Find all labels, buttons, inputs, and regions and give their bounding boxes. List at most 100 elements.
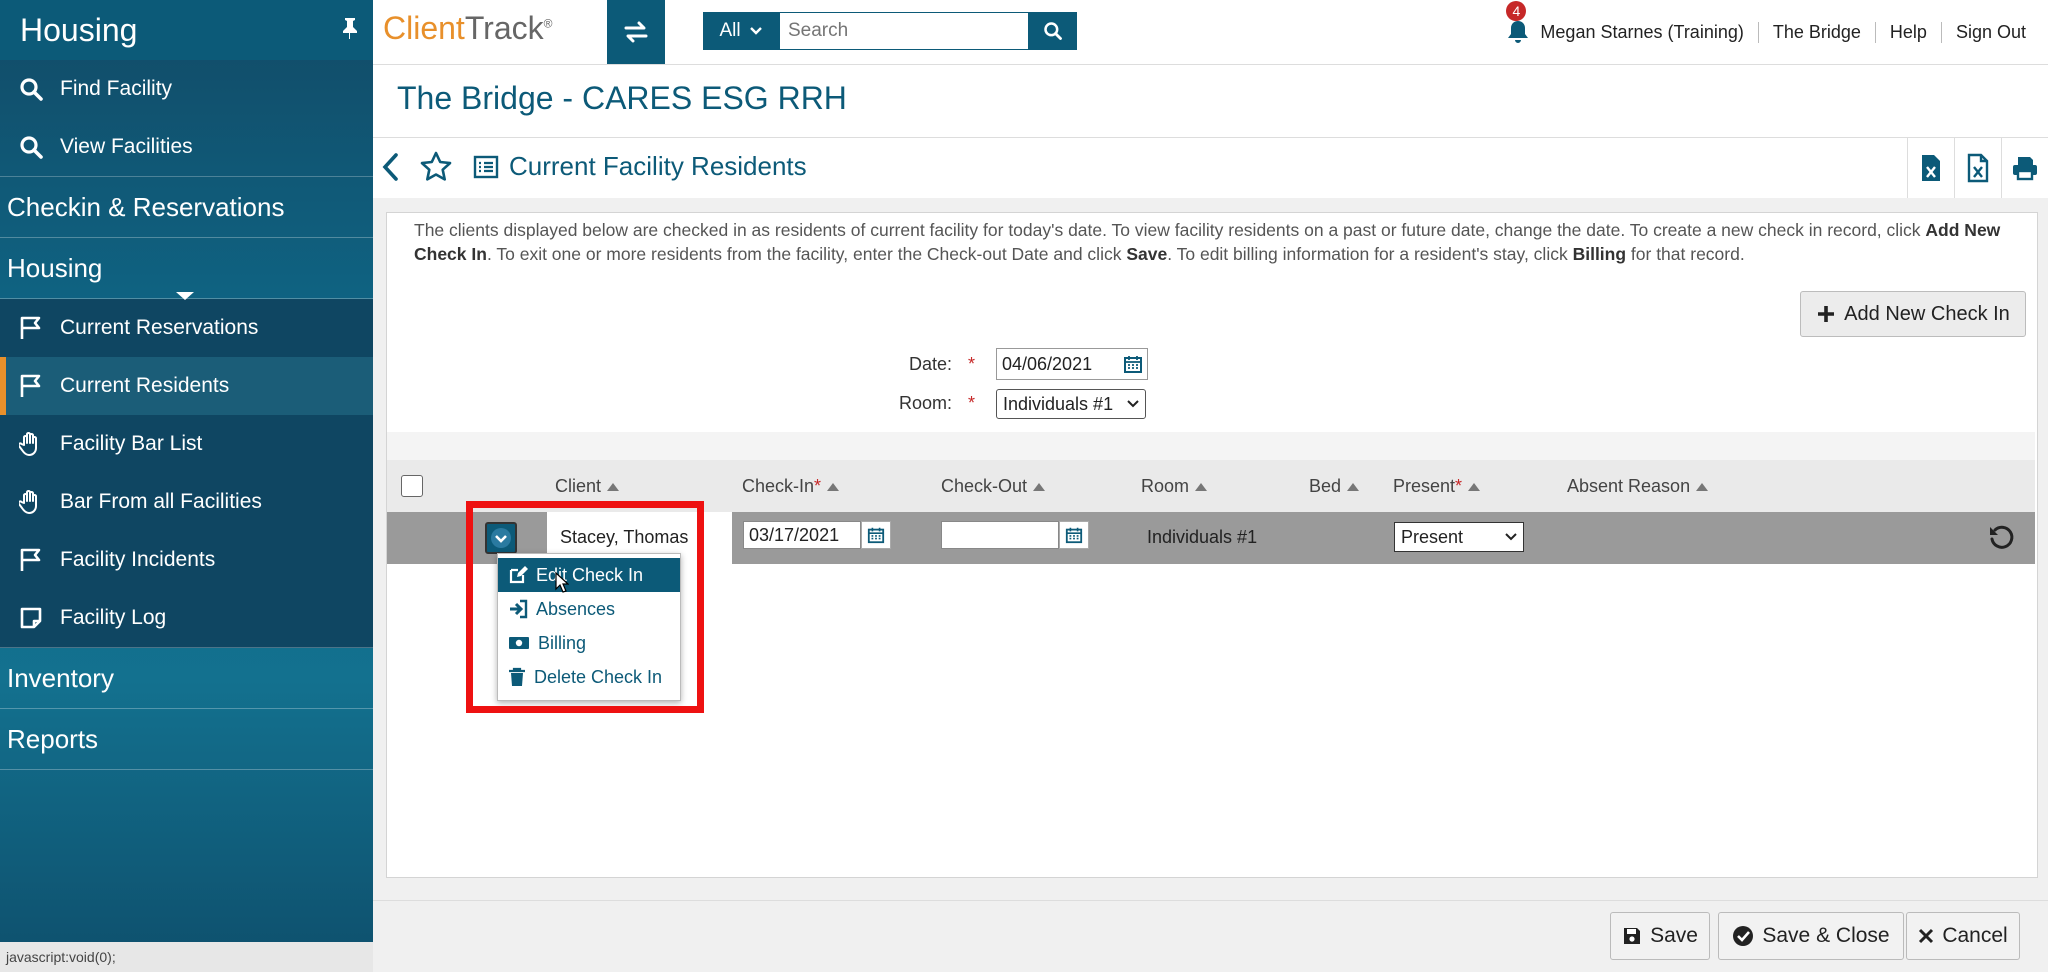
floppy-disk-icon xyxy=(1622,926,1642,946)
sidebar-item-bar-from-all[interactable]: Bar From all Facilities xyxy=(0,473,373,531)
check-circle-icon xyxy=(1732,925,1754,947)
sidebar-item-label: Bar From all Facilities xyxy=(60,490,262,513)
sub-header: Current Facility Residents xyxy=(373,137,2048,199)
save-button[interactable]: Save xyxy=(1610,912,1710,960)
sort-asc-icon xyxy=(1195,482,1208,491)
chevron-down-icon xyxy=(1127,400,1139,408)
search-icon xyxy=(18,134,44,160)
date-field[interactable]: 04/06/2021 xyxy=(996,348,1148,380)
column-header-client[interactable]: Client xyxy=(555,476,620,497)
instructions-text: The clients displayed below are checked … xyxy=(414,218,2014,266)
sidebar-category-reports[interactable]: Reports xyxy=(0,709,373,770)
print-button[interactable] xyxy=(2001,138,2048,198)
page-title: The Bridge - CARES ESG RRH xyxy=(397,80,847,116)
select-all-checkbox[interactable] xyxy=(401,475,423,497)
check-out-date-input[interactable] xyxy=(941,521,1059,549)
sidebar-item-facility-bar-list[interactable]: Facility Bar List xyxy=(0,415,373,473)
sidebar-category-label: Inventory xyxy=(7,662,114,693)
add-new-check-in-button[interactable]: Add New Check In xyxy=(1800,291,2026,337)
link-help[interactable]: Help xyxy=(1874,21,1941,43)
column-header-bed[interactable]: Bed xyxy=(1309,476,1360,497)
room-label: Room: xyxy=(898,393,952,413)
logo-c: C xyxy=(383,10,407,46)
favorite-star-icon[interactable] xyxy=(419,150,453,184)
check-in-date-input[interactable]: 03/17/2021 xyxy=(743,521,861,549)
sidebar-item-label: Facility Bar List xyxy=(60,432,203,455)
room-value: Individuals #1 xyxy=(1147,527,1258,547)
column-header-room[interactable]: Room xyxy=(1141,476,1208,497)
search-input[interactable] xyxy=(779,12,1029,50)
sidebar-item-view-facilities[interactable]: View Facilities xyxy=(0,118,373,177)
sort-asc-icon xyxy=(607,482,620,491)
link-sign-out[interactable]: Sign Out xyxy=(1940,21,2026,43)
excel-file-icon xyxy=(1920,153,1942,183)
column-header-check-in[interactable]: Check-In * xyxy=(742,476,840,497)
swap-button[interactable] xyxy=(607,0,665,64)
notifications-button[interactable]: 4 xyxy=(1506,1,1530,45)
sidebar-item-current-reservations[interactable]: Current Reservations xyxy=(0,299,373,357)
column-header-check-out[interactable]: Check-Out xyxy=(941,476,1046,497)
save-and-close-button[interactable]: Save & Close xyxy=(1718,912,1904,960)
undo-icon[interactable] xyxy=(1987,524,2015,552)
subheader-title: Current Facility Residents xyxy=(473,151,807,182)
close-icon xyxy=(1918,928,1934,944)
sidebar-item-find-facility[interactable]: Find Facility xyxy=(0,60,373,118)
sidebar-category-housing[interactable]: Housing xyxy=(0,238,373,300)
bell-icon xyxy=(1506,19,1530,45)
subheader-title-text: Current Facility Residents xyxy=(509,151,807,181)
flag-icon xyxy=(18,547,44,573)
sidebar-title: Housing xyxy=(20,11,138,48)
sidebar-category-label: Checkin & Reservations xyxy=(7,191,285,222)
column-label: Check-Out xyxy=(941,476,1028,496)
column-header-absent-reason[interactable]: Absent Reason xyxy=(1567,476,1709,497)
search-button[interactable] xyxy=(1029,12,1077,50)
instructions-part: . To edit billing information for a resi… xyxy=(1167,244,1573,264)
highlight-box xyxy=(466,501,704,713)
sidebar-item-label: Current Reservations xyxy=(60,316,259,339)
flag-icon xyxy=(18,373,44,399)
sort-asc-icon xyxy=(827,482,840,491)
user-name[interactable]: Megan Starnes (Training) xyxy=(1540,22,1757,43)
column-header-present[interactable]: Present * xyxy=(1393,476,1481,497)
present-select-value: Present xyxy=(1401,526,1464,547)
notification-badge: 4 xyxy=(1506,1,1527,21)
top-right-nav: 4 Megan Starnes (Training) The Bridge He… xyxy=(1506,0,2026,64)
hand-icon xyxy=(18,489,44,515)
logo-reg: ® xyxy=(543,16,553,31)
calendar-icon[interactable] xyxy=(861,521,891,549)
search-scope-label: All xyxy=(719,20,741,41)
link-the-bridge[interactable]: The Bridge xyxy=(1757,21,1875,43)
column-label: Check-In xyxy=(742,476,815,496)
sidebar-item-facility-incidents[interactable]: Facility Incidents xyxy=(0,531,373,589)
pin-icon[interactable] xyxy=(339,16,361,40)
sidebar-item-label: View Facilities xyxy=(60,135,193,158)
sort-asc-icon xyxy=(1468,482,1481,491)
sidebar-item-label: Facility Log xyxy=(60,606,167,629)
calendar-icon[interactable] xyxy=(1123,354,1143,374)
excel-export-button[interactable] xyxy=(1907,138,1954,198)
sidebar-header: Housing xyxy=(0,0,373,60)
required-marker: * xyxy=(968,393,976,413)
note-icon xyxy=(18,605,44,631)
calendar-icon[interactable] xyxy=(1059,521,1089,549)
present-select[interactable]: Present xyxy=(1394,522,1524,552)
sidebar-item-facility-log[interactable]: Facility Log xyxy=(0,589,373,648)
room-select[interactable]: Individuals #1 xyxy=(996,389,1146,419)
hand-icon xyxy=(18,431,44,457)
sidebar-category-inventory[interactable]: Inventory xyxy=(0,648,373,709)
required-marker: * xyxy=(968,354,976,374)
column-label: Present xyxy=(1393,476,1456,496)
cancel-button[interactable]: Cancel xyxy=(1906,912,2020,960)
search-scope-dropdown[interactable]: All xyxy=(703,12,779,50)
clienttrack-logo[interactable]: ClientTrack® xyxy=(383,10,552,47)
search-icon xyxy=(1043,21,1063,41)
search-icon xyxy=(18,76,44,102)
back-button[interactable] xyxy=(381,150,401,184)
column-label: Client xyxy=(555,476,602,496)
sidebar-item-current-residents[interactable]: Current Residents xyxy=(0,357,373,415)
instructions-bold: Billing xyxy=(1572,244,1627,264)
grid-spacer xyxy=(387,432,2035,460)
excel-download-button[interactable] xyxy=(1954,138,2001,198)
sidebar-category-checkin[interactable]: Checkin & Reservations xyxy=(0,177,373,238)
instructions-part: . To exit one or more residents from the… xyxy=(486,244,1127,264)
